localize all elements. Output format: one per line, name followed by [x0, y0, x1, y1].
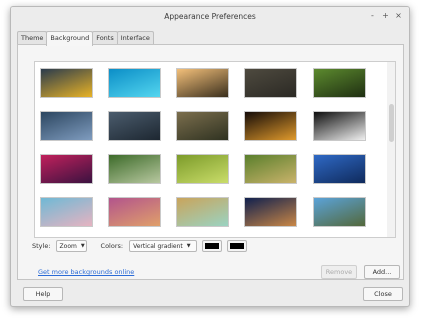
wallpaper-thumb-dark-pebbles[interactable] — [244, 68, 297, 98]
tab-theme[interactable]: Theme — [17, 31, 48, 45]
style-value: Zoom — [59, 242, 77, 250]
close-window-button[interactable]: × — [394, 11, 403, 21]
wallpaper-thumb-sunset-field[interactable] — [176, 68, 229, 98]
wallpaper-thumb-blue-light-streaks[interactable] — [108, 68, 161, 98]
wallpaper-thumb-purple-abstract[interactable] — [40, 154, 93, 184]
get-more-backgrounds-link[interactable]: Get more backgrounds online — [38, 268, 134, 276]
tab-bar: Theme Background Fonts Interface — [17, 31, 154, 46]
tab-background[interactable]: Background — [46, 31, 94, 46]
wallpaper-grid[interactable] — [34, 61, 396, 238]
secondary-color-swatch — [230, 243, 245, 249]
wallpaper-thumb-tiled-wall[interactable] — [108, 197, 161, 227]
window-title: Appearance Preferences — [164, 12, 256, 21]
style-dropdown[interactable]: Zoom ▼ — [55, 240, 87, 252]
wallpaper-thumb-garden-path[interactable] — [108, 154, 161, 184]
wallpaper-thumb-lake-sunset[interactable] — [244, 197, 297, 227]
chevron-down-icon: ▼ — [186, 243, 191, 249]
close-button[interactable]: Close — [363, 287, 403, 301]
vertical-scrollbar[interactable] — [387, 62, 395, 237]
wallpaper-thumb-rolling-meadow[interactable] — [244, 154, 297, 184]
tab-fonts[interactable]: Fonts — [92, 31, 118, 45]
wallpaper-thumb-yellow-flowers[interactable] — [40, 68, 93, 98]
wallpaper-thumb-candle[interactable] — [244, 111, 297, 141]
style-label: Style: — [32, 242, 51, 250]
wallpaper-thumb-green-leaf[interactable] — [313, 68, 366, 98]
colors-value: Vertical gradient — [133, 242, 183, 250]
wallpaper-thumb-green-blossoms[interactable] — [176, 154, 229, 184]
wallpaper-thumb-coastal-rocks[interactable] — [313, 154, 366, 184]
colors-label: Colors: — [100, 242, 124, 250]
add-button[interactable]: Add... — [364, 265, 400, 279]
window-controls: - + × — [368, 11, 403, 21]
help-button[interactable]: Help — [23, 287, 63, 301]
colors-dropdown[interactable]: Vertical gradient ▼ — [129, 240, 198, 252]
background-panel: Style: Zoom ▼ Colors: Vertical gradient … — [17, 44, 404, 280]
scrollbar-thumb[interactable] — [389, 104, 394, 142]
maximize-button[interactable]: + — [381, 11, 390, 21]
title-bar: Appearance Preferences - + × — [11, 7, 409, 27]
background-controls: Style: Zoom ▼ Colors: Vertical gradient … — [32, 239, 248, 253]
tab-interface[interactable]: Interface — [116, 31, 154, 45]
wallpaper-thumb-white-flower-dark[interactable] — [313, 111, 366, 141]
wallpaper-thumb-fence-meadow[interactable] — [176, 111, 229, 141]
appearance-preferences-window: Appearance Preferences - + × Theme Backg… — [10, 6, 410, 307]
wallpaper-thumb-geometric-blue[interactable] — [40, 111, 93, 141]
secondary-color-button[interactable] — [227, 240, 248, 252]
primary-color-swatch — [205, 243, 220, 249]
primary-color-button[interactable] — [202, 240, 223, 252]
wallpaper-thumb-pastel-blur[interactable] — [40, 197, 93, 227]
wallpaper-thumb-valley-sky[interactable] — [313, 197, 366, 227]
wallpaper-thumb-stormy-sky[interactable] — [108, 111, 161, 141]
wallpaper-thumb-golden-bokeh[interactable] — [176, 197, 229, 227]
minimize-button[interactable]: - — [368, 11, 377, 21]
remove-button[interactable]: Remove — [321, 265, 357, 279]
chevron-down-icon: ▼ — [80, 243, 85, 249]
